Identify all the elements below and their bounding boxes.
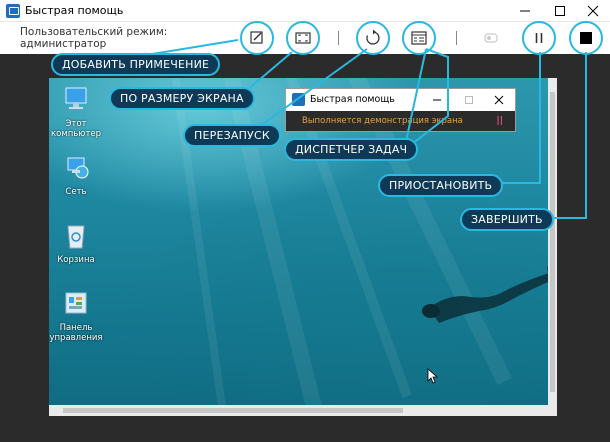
close-button[interactable] [576, 0, 610, 22]
callout-fit-screen: ПО РАЗМЕРУ ЭКРАНА [109, 87, 255, 110]
desktop-icon-label: Панель [59, 323, 93, 333]
remote-window-title-bar: Быстрая помощь [286, 89, 515, 111]
mouse-cursor-icon [427, 368, 439, 384]
vertical-scroll-thumb[interactable] [550, 92, 555, 392]
task-manager-highlight-ring [402, 21, 436, 55]
horizontal-scrollbar[interactable] [49, 405, 548, 416]
minimize-icon[interactable] [432, 95, 442, 105]
diver-image [422, 260, 557, 323]
pause-highlight-ring [522, 21, 556, 55]
fit-screen-highlight-ring [286, 21, 320, 55]
user-mode-label: Пользовательский режим: администратор [20, 26, 167, 50]
sharing-status-bar: Выполняется демонстрация экрана || [286, 111, 515, 131]
minimize-button[interactable] [508, 0, 542, 22]
toggle-instruction-channel-button[interactable] [482, 29, 500, 47]
network-icon [60, 152, 92, 184]
computer-icon [60, 84, 92, 116]
desktop-icon-control-panel[interactable]: Панель управления [49, 288, 106, 343]
vertical-scrollbar[interactable] [548, 78, 557, 406]
remote-quick-assist-window[interactable]: Быстрая помощь Выполняется демонстрация … [285, 88, 516, 132]
callout-add-annotation: ДОБАВИТЬ ПРИМЕЧЕНИЕ [51, 53, 221, 76]
user-mode-line1: Пользовательский режим: [20, 26, 168, 38]
callout-task-manager: ДИСПЕТЧЕР ЗАДАЧ [284, 138, 419, 161]
desktop-icon-network[interactable]: Сеть [49, 152, 106, 197]
horizontal-scroll-thumb[interactable] [63, 408, 403, 413]
maximize-icon [465, 96, 473, 104]
close-icon[interactable] [494, 95, 504, 105]
remote-pause-button[interactable]: || [496, 116, 503, 126]
maximize-button[interactable] [543, 0, 577, 22]
desktop-icon-label: Этот [65, 119, 87, 129]
desktop-icon-recycle-bin[interactable]: Корзина [49, 220, 106, 265]
window-title: Быстрая помощь [25, 4, 124, 17]
control-panel-icon [60, 288, 92, 320]
desktop-icon-label: компьютер [50, 129, 102, 139]
annotate-highlight-ring [240, 21, 274, 55]
desktop-icon-label: Корзина [57, 255, 95, 265]
toolbar-separator [338, 31, 339, 45]
callout-stop: ЗАВЕРШИТЬ [460, 208, 554, 231]
maximize-icon [555, 6, 565, 16]
recycle-bin-icon [60, 220, 92, 252]
sharing-status-text: Выполняется демонстрация экрана [302, 116, 463, 126]
quick-assist-app-icon [292, 93, 305, 106]
toolbar-separator [456, 31, 457, 45]
title-bar: Быстрая помощь [0, 0, 610, 22]
remote-window-title: Быстрая помощь [310, 94, 395, 105]
minimize-icon [520, 10, 530, 12]
stop-highlight-ring [569, 21, 603, 55]
restart-highlight-ring [356, 21, 390, 55]
quick-assist-app-icon [6, 4, 20, 18]
callout-restart: ПЕРЕЗАПУСК [183, 124, 281, 147]
toggle-icon [484, 33, 498, 43]
callout-pause: ПРИОСТАНОВИТЬ [378, 174, 504, 197]
close-icon [587, 5, 599, 17]
scrollbar-corner [548, 405, 557, 416]
desktop-icon-label: Сеть [65, 187, 87, 197]
desktop-icon-this-pc[interactable]: Этот компьютер [49, 84, 106, 139]
user-mode-line2: администратор [20, 38, 107, 50]
desktop-icon-label: управления [49, 333, 103, 343]
remote-desktop-view[interactable]: Этот компьютер Сеть Корзина Панель управ… [49, 78, 557, 416]
